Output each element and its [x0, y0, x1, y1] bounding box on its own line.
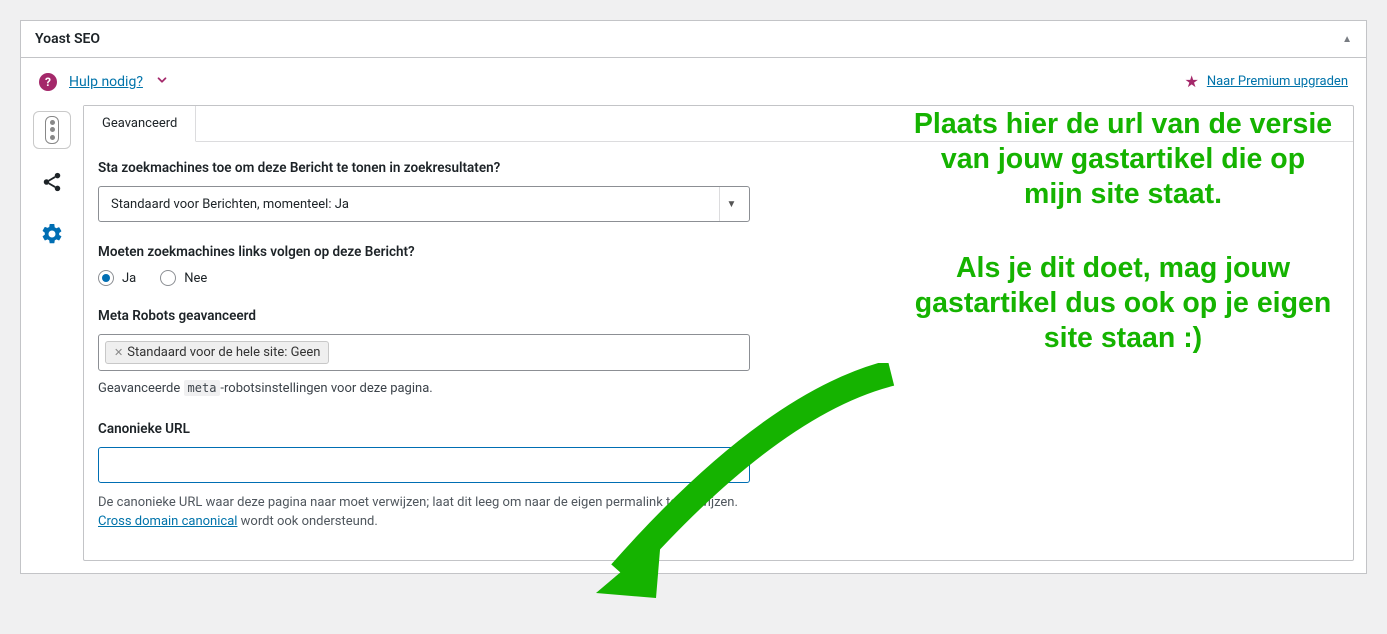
- vertical-tabs: [33, 105, 71, 561]
- index-label: Sta zoekmachines toe om deze Bericht te …: [98, 160, 750, 176]
- help-left: ? Hulp nodig?: [39, 72, 169, 91]
- meta-robots-label: Meta Robots geavanceerd: [98, 308, 750, 324]
- traffic-light-icon: [45, 116, 59, 144]
- radio-yes-label: Ja: [122, 271, 136, 286]
- annotation-overlay: Plaats hier de url van de versie van jou…: [908, 107, 1338, 356]
- field-follow: Moeten zoekmachines links volgen op deze…: [98, 244, 750, 286]
- gear-icon: [40, 222, 64, 246]
- tab-seo-analysis[interactable]: [33, 111, 71, 149]
- help-link[interactable]: Hulp nodig?: [69, 74, 143, 90]
- yoast-meta-box: Yoast SEO ▲ ? Hulp nodig? ★ Naar Premium…: [20, 20, 1367, 574]
- premium-bar: ★ Naar Premium upgraden: [1184, 72, 1348, 91]
- chip-remove-icon[interactable]: ✕: [114, 346, 123, 359]
- annotation-text-1: Plaats hier de url van de versie van jou…: [908, 107, 1338, 211]
- share-icon: [41, 171, 63, 193]
- field-canonical: Canonieke URL De canonieke URL waar deze…: [98, 421, 750, 532]
- meta-code: meta: [184, 380, 221, 396]
- tab-advanced[interactable]: Geavanceerd: [84, 106, 196, 142]
- chevron-down-icon[interactable]: [155, 72, 169, 91]
- help-bar: ? Hulp nodig? ★ Naar Premium upgraden: [21, 58, 1366, 105]
- follow-radios: Ja Nee: [98, 270, 750, 286]
- premium-upgrade-link[interactable]: Naar Premium upgraden: [1207, 74, 1348, 89]
- index-selected-value: Standaard voor Berichten, momenteel: Ja: [111, 197, 349, 212]
- cross-domain-canonical-link[interactable]: Cross domain canonical: [98, 514, 237, 529]
- meta-robots-tagbox[interactable]: ✕ Standaard voor de hele site: Geen: [98, 334, 750, 371]
- metabox-title: Yoast SEO: [35, 31, 100, 47]
- follow-label: Moeten zoekmachines links volgen op deze…: [98, 244, 750, 260]
- annotation-text-2: Als je dit doet, mag jouw gastartikel du…: [908, 251, 1338, 355]
- field-meta-robots: Meta Robots geavanceerd ✕ Standaard voor…: [98, 308, 750, 399]
- radio-no-indicator: [160, 270, 176, 286]
- help-icon[interactable]: ?: [39, 73, 57, 91]
- star-icon: ★: [1184, 72, 1198, 91]
- canonical-description: De canonieke URL waar deze pagina naar m…: [98, 493, 750, 532]
- meta-robots-help: Geavanceerde meta-robotsinstellingen voo…: [98, 379, 750, 399]
- collapse-toggle-icon[interactable]: ▲: [1342, 34, 1352, 45]
- radio-yes[interactable]: Ja: [98, 270, 136, 286]
- tab-settings[interactable]: [33, 215, 71, 253]
- tab-social[interactable]: [33, 163, 71, 201]
- canonical-label: Canonieke URL: [98, 421, 750, 437]
- index-select[interactable]: Standaard voor Berichten, momenteel: Ja …: [98, 186, 750, 222]
- radio-no-label: Nee: [184, 271, 207, 286]
- meta-robots-chip[interactable]: ✕ Standaard voor de hele site: Geen: [105, 341, 329, 364]
- canonical-input[interactable]: [98, 447, 750, 483]
- radio-no[interactable]: Nee: [160, 270, 207, 286]
- metabox-header[interactable]: Yoast SEO ▲: [21, 21, 1366, 58]
- main-row: Geavanceerd Sta zoekmachines toe om deze…: [21, 105, 1366, 573]
- form-area: Sta zoekmachines toe om deze Bericht te …: [84, 142, 764, 560]
- chip-label: Standaard voor de hele site: Geen: [127, 345, 320, 360]
- radio-yes-indicator: [98, 270, 114, 286]
- field-index: Sta zoekmachines toe om deze Bericht te …: [98, 160, 750, 222]
- select-caret-icon: ▼: [719, 187, 743, 221]
